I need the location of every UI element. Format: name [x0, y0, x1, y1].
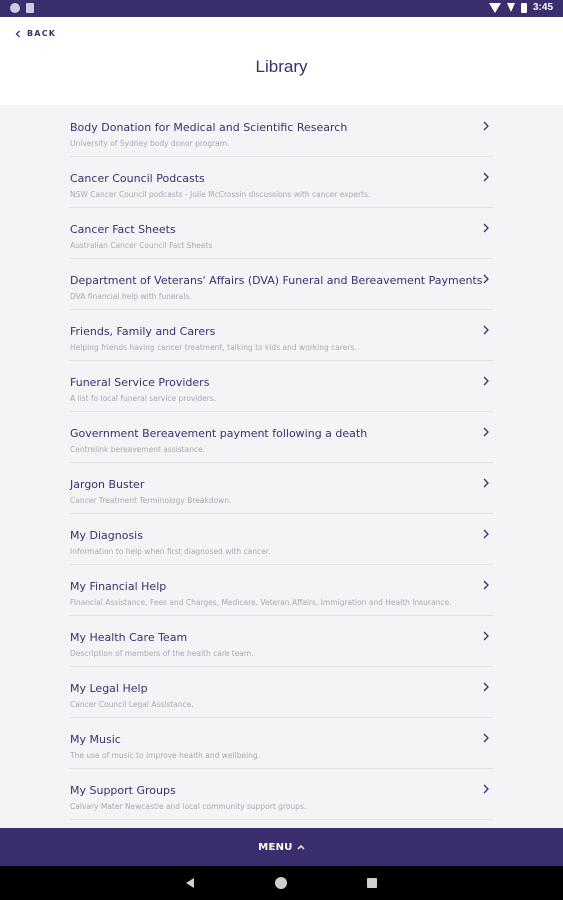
menu-button[interactable]: MENU — [0, 828, 563, 866]
list-item[interactable]: My Financial Help Financial Assistance, F… — [70, 565, 493, 616]
list-item-subtitle: Financial Assistance, Fees and Charges, … — [70, 598, 452, 607]
chevron-right-icon — [483, 733, 489, 743]
list-item[interactable]: My Music The use of music to improve heal… — [70, 718, 493, 769]
list-item-title: Cancer Council Podcasts — [70, 172, 205, 185]
list-item-subtitle: Cancer Treatment Terminology Breakdown. — [70, 496, 232, 505]
list-item[interactable]: Body Donation for Medical and Scientific… — [70, 106, 493, 157]
chevron-right-icon — [483, 274, 489, 284]
sd-card-icon — [26, 3, 34, 13]
chevron-right-icon — [483, 223, 489, 233]
chevron-up-icon — [297, 845, 305, 850]
list-item-title: My Legal Help — [70, 682, 148, 695]
nav-home-icon[interactable] — [275, 877, 287, 889]
list-item-subtitle: Helping friends having cancer treatment,… — [70, 343, 357, 352]
notification-icon — [10, 3, 20, 13]
list-item-title: My Support Groups — [70, 784, 176, 797]
list-item[interactable]: Cancer Council Podcasts NSW Cancer Counci… — [70, 157, 493, 208]
list-item[interactable]: My Support Groups Calvary Mater Newcastle… — [70, 769, 493, 820]
chevron-right-icon — [483, 784, 489, 794]
list-item-subtitle: Calvary Mater Newcastle and local commun… — [70, 802, 307, 811]
list-item-subtitle: Cancer Council Legal Assistance. — [70, 700, 194, 709]
list-item-title: My Diagnosis — [70, 529, 143, 542]
list-item-title: Government Bereavement payment following… — [70, 427, 368, 440]
chevron-right-icon — [483, 478, 489, 488]
list-item-subtitle: Description of members of the health car… — [70, 649, 254, 658]
list-item-title: Department of Veterans' Affairs (DVA) Fu… — [70, 274, 483, 287]
battery-icon — [520, 2, 527, 13]
chevron-right-icon — [483, 325, 489, 335]
list-item[interactable]: Cancer Fact Sheets Australian Cancer Coun… — [70, 208, 493, 259]
list-item[interactable]: Department of Veterans' Affairs (DVA) Fu… — [70, 259, 493, 310]
list-item-subtitle: DVA financial help with funerals. — [70, 292, 192, 301]
list-item[interactable]: Friends, Family and Carers Helping friend… — [70, 310, 493, 361]
chevron-right-icon — [483, 172, 489, 182]
chevron-right-icon — [483, 529, 489, 539]
list-item-subtitle: Centrelink bereavement assistance. — [70, 445, 206, 454]
list-item-subtitle: A list fo local funeral service provider… — [70, 394, 217, 403]
nav-back-icon[interactable] — [186, 878, 195, 888]
back-label: BACK — [27, 29, 57, 38]
list-item-title: Cancer Fact Sheets — [70, 223, 176, 236]
wifi-icon — [488, 2, 501, 13]
list-item-title: My Financial Help — [70, 580, 167, 593]
chevron-right-icon — [483, 580, 489, 590]
page-title: Library — [255, 57, 308, 76]
list-item-title: My Health Care Team — [70, 631, 188, 644]
status-bar: 3:45 — [0, 0, 563, 17]
list-item[interactable]: My Health Care Team Description of member… — [70, 616, 493, 667]
clock: 3:45 — [532, 2, 553, 13]
list-item-title: My Music — [70, 733, 121, 746]
chevron-right-icon — [483, 631, 489, 641]
nav-recents-icon[interactable] — [367, 878, 377, 888]
list-item[interactable]: Government Bereavement payment following… — [70, 412, 493, 463]
list-item-title: Body Donation for Medical and Scientific… — [70, 121, 348, 134]
list-item[interactable]: My Legal Help Cancer Council Legal Assist… — [70, 667, 493, 718]
chevron-right-icon — [483, 376, 489, 386]
list-item[interactable]: Jargon Buster Cancer Treatment Terminolog… — [70, 463, 493, 514]
chevron-right-icon — [483, 682, 489, 692]
back-button[interactable]: BACK — [14, 29, 56, 38]
list-item-subtitle: Information to help when first diagnosed… — [70, 547, 271, 556]
list-item-title: Funeral Service Providers — [70, 376, 210, 389]
status-left — [10, 3, 34, 13]
library-list: Body Donation for Medical and Scientific… — [0, 106, 563, 828]
list-item-subtitle: The use of music to improve health and w… — [70, 751, 261, 760]
chevron-right-icon — [483, 427, 489, 437]
signal-icon — [506, 3, 515, 12]
chevron-right-icon — [483, 121, 489, 131]
list-item-subtitle: University of Sydney body donor program. — [70, 139, 230, 148]
header: BACK Library — [0, 17, 563, 105]
system-nav-bar — [0, 866, 563, 900]
list-item-subtitle: Australian Cancer Council Fact Sheets — [70, 241, 213, 250]
list-item[interactable]: My Diagnosis Information to help when fir… — [70, 514, 493, 565]
list-item-subtitle: NSW Cancer Council podcasts - Julie McCr… — [70, 190, 371, 199]
menu-label: MENU — [258, 841, 293, 853]
chevron-left-icon — [15, 30, 20, 37]
list-item-title: Jargon Buster — [70, 478, 145, 491]
list-item-title: Friends, Family and Carers — [70, 325, 216, 338]
status-right: 3:45 — [488, 2, 553, 13]
list-item[interactable]: Funeral Service Providers A list fo local… — [70, 361, 493, 412]
